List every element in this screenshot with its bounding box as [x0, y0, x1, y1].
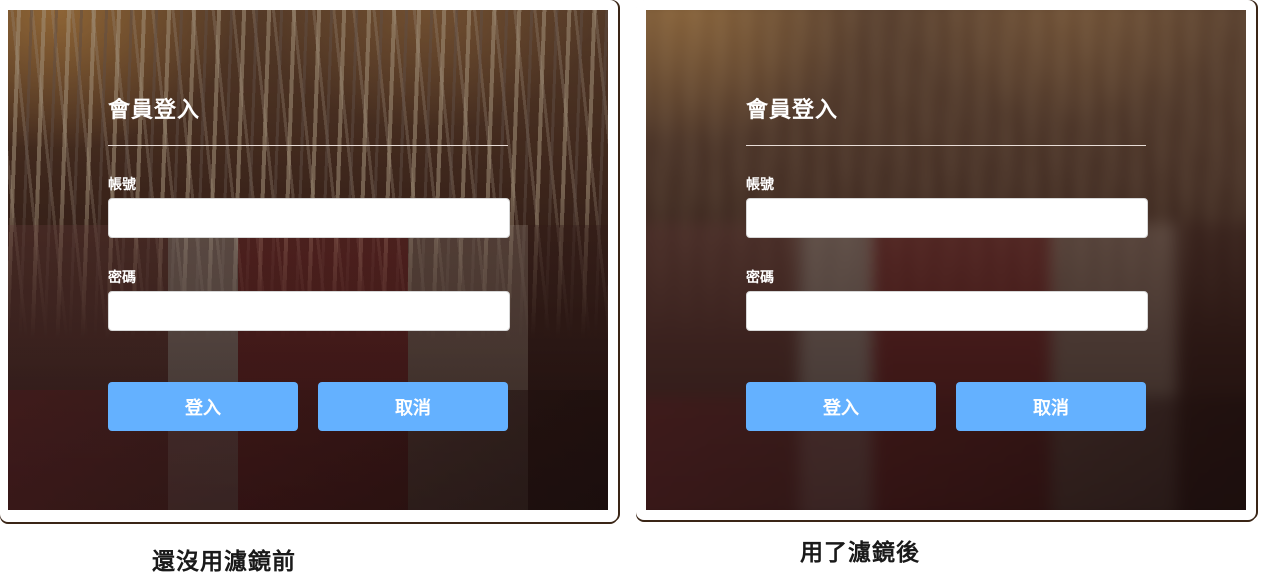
paintbrush-scene-blurred: [646, 10, 1246, 510]
scene-shade: [8, 10, 608, 510]
password-input[interactable]: [746, 291, 1148, 331]
password-label: 密碼: [108, 270, 136, 286]
login-button[interactable]: 登入: [108, 382, 298, 431]
title-divider: [108, 145, 508, 146]
password-input[interactable]: [108, 291, 510, 331]
background-photo-blurred: 會員登入 帳號 密碼 登入 取消: [646, 10, 1246, 510]
scene-shade: [646, 10, 1246, 510]
caption-after-filter: 用了濾鏡後: [800, 540, 920, 566]
title-divider: [746, 145, 1146, 146]
caption-before-filter: 還沒用濾鏡前: [152, 549, 296, 575]
account-input[interactable]: [746, 198, 1148, 238]
panel-after-filter: 會員登入 帳號 密碼 登入 取消: [636, 0, 1256, 520]
form-title: 會員登入: [108, 98, 201, 123]
account-label: 帳號: [108, 177, 136, 193]
password-label: 密碼: [746, 270, 774, 286]
cancel-button[interactable]: 取消: [318, 382, 508, 431]
paintbrush-scene: [8, 10, 608, 510]
comparison-stage: 會員登入 帳號 密碼 登入 取消 會員登入 帳號 密碼 登入 取消 還沒用濾鏡前…: [0, 0, 1261, 586]
background-photo: 會員登入 帳號 密碼 登入 取消: [8, 10, 608, 510]
account-input[interactable]: [108, 198, 510, 238]
cancel-button[interactable]: 取消: [956, 382, 1146, 431]
login-button[interactable]: 登入: [746, 382, 936, 431]
account-label: 帳號: [746, 177, 774, 193]
panel-before-filter: 會員登入 帳號 密碼 登入 取消: [0, 0, 618, 522]
form-title: 會員登入: [746, 98, 839, 123]
